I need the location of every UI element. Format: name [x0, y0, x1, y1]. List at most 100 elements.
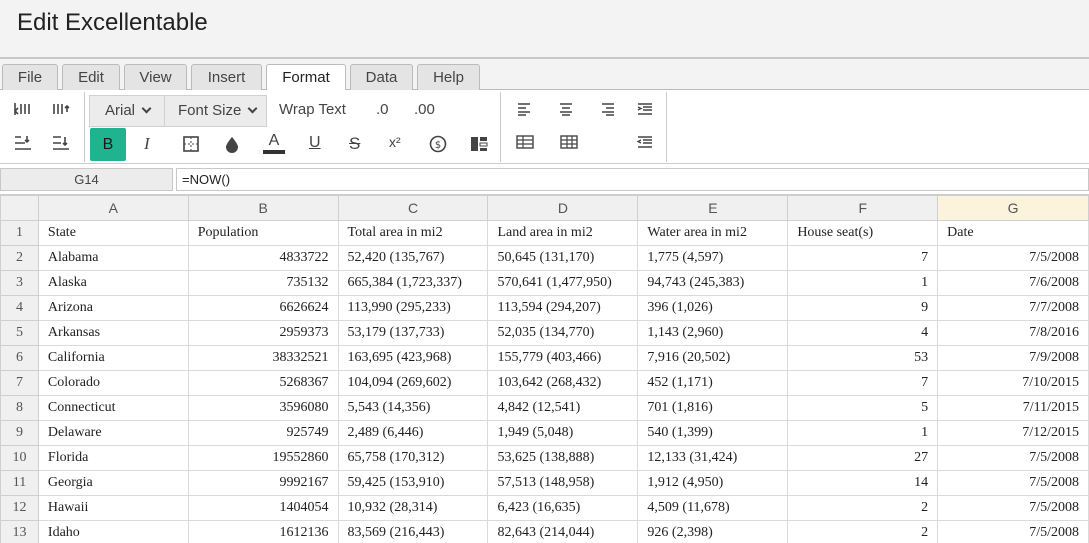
column-header-d[interactable]: D: [487, 195, 639, 221]
table-cell[interactable]: 7/9/2008: [937, 345, 1089, 371]
table-cell[interactable]: 7/5/2008: [937, 495, 1089, 521]
font-family-select[interactable]: Arial: [105, 96, 152, 126]
currency-icon[interactable]: $: [425, 131, 451, 157]
table-cell[interactable]: 2: [787, 520, 939, 543]
table-cell[interactable]: 1404054: [187, 495, 339, 521]
table-cell[interactable]: Colorado: [37, 370, 189, 396]
decrease-decimal-button[interactable]: .0: [376, 101, 389, 118]
table-cell[interactable]: 104,094 (269,602): [337, 370, 489, 396]
table-cell[interactable]: 1: [787, 420, 939, 446]
table-cell[interactable]: 570,641 (1,477,950): [487, 270, 639, 296]
row-header[interactable]: 12: [0, 495, 39, 521]
table-cell[interactable]: 7/5/2008: [937, 245, 1089, 271]
column-width-icon[interactable]: [10, 96, 36, 122]
fill-color-icon[interactable]: [219, 131, 245, 157]
column-header-e[interactable]: E: [637, 195, 789, 221]
row-height-icon[interactable]: [48, 96, 74, 122]
font-size-select[interactable]: Font Size: [178, 96, 258, 126]
row-header[interactable]: 11: [0, 470, 39, 496]
table-cell[interactable]: 53,179 (137,733): [337, 320, 489, 346]
table-cell[interactable]: Alabama: [37, 245, 189, 271]
tab-view[interactable]: View: [124, 64, 187, 90]
table-cell[interactable]: Connecticut: [37, 395, 189, 421]
table-cell[interactable]: 7/5/2008: [937, 470, 1089, 496]
table-cell[interactable]: 38332521: [187, 345, 339, 371]
row-header[interactable]: 13: [0, 520, 39, 543]
table-cell[interactable]: 12,133 (31,424): [637, 445, 789, 471]
table-cell[interactable]: 52,420 (135,767): [337, 245, 489, 271]
table-cell[interactable]: 4,842 (12,541): [487, 395, 639, 421]
table-cell[interactable]: 7: [787, 245, 939, 271]
table-cell[interactable]: 59,425 (153,910): [337, 470, 489, 496]
table-cell[interactable]: Population: [187, 220, 339, 246]
table-cell[interactable]: Arkansas: [37, 320, 189, 346]
table-cell[interactable]: 4833722: [187, 245, 339, 271]
table-cell[interactable]: Total area in mi2: [337, 220, 489, 246]
tab-edit[interactable]: Edit: [62, 64, 120, 90]
table-cell[interactable]: 155,779 (403,466): [487, 345, 639, 371]
align-justify-icon[interactable]: [632, 96, 658, 122]
table-cell[interactable]: 50,645 (131,170): [487, 245, 639, 271]
table-cell[interactable]: 83,569 (216,443): [337, 520, 489, 543]
wrap-text-button[interactable]: Wrap Text: [279, 101, 346, 118]
table-cell[interactable]: 6,423 (16,635): [487, 495, 639, 521]
table-cell[interactable]: Hawaii: [37, 495, 189, 521]
table-cell[interactable]: 5268367: [187, 370, 339, 396]
table-cell[interactable]: 6626624: [187, 295, 339, 321]
tab-insert[interactable]: Insert: [191, 64, 262, 90]
align-left-icon[interactable]: [512, 96, 538, 122]
table-cell[interactable]: Idaho: [37, 520, 189, 543]
table-cell[interactable]: 65,758 (170,312): [337, 445, 489, 471]
table-cell[interactable]: 396 (1,026): [637, 295, 789, 321]
conditional-format-icon[interactable]: [466, 131, 492, 157]
table-cell[interactable]: 7: [787, 370, 939, 396]
column-header-f[interactable]: F: [787, 195, 939, 221]
table-cell[interactable]: 113,594 (294,207): [487, 295, 639, 321]
row-header[interactable]: 5: [0, 320, 39, 346]
table-cell[interactable]: California: [37, 345, 189, 371]
table-cell[interactable]: 163,695 (423,968): [337, 345, 489, 371]
bold-button[interactable]: B: [90, 128, 126, 161]
formula-input[interactable]: =NOW(): [176, 168, 1089, 191]
row-header[interactable]: 6: [0, 345, 39, 371]
italic-button[interactable]: I: [144, 134, 150, 154]
table-cell[interactable]: 52,035 (134,770): [487, 320, 639, 346]
row-header[interactable]: 1: [0, 220, 39, 246]
strikethrough-button[interactable]: S: [349, 134, 360, 154]
row-header[interactable]: 7: [0, 370, 39, 396]
row-header[interactable]: 2: [0, 245, 39, 271]
grid-icon[interactable]: [556, 129, 582, 155]
table-cell[interactable]: 2: [787, 495, 939, 521]
table-cell[interactable]: 53,625 (138,888): [487, 445, 639, 471]
table-cell[interactable]: 925749: [187, 420, 339, 446]
table-cell[interactable]: 57,513 (148,958): [487, 470, 639, 496]
table-cell[interactable]: 735132: [187, 270, 339, 296]
row-header[interactable]: 8: [0, 395, 39, 421]
column-header-b[interactable]: B: [187, 195, 339, 221]
table-cell[interactable]: 2959373: [187, 320, 339, 346]
table-cell[interactable]: 113,990 (295,233): [337, 295, 489, 321]
table-cell[interactable]: 7/5/2008: [937, 445, 1089, 471]
column-header-a[interactable]: A: [37, 195, 189, 221]
border-icon[interactable]: [178, 131, 204, 157]
table-cell[interactable]: 19552860: [187, 445, 339, 471]
table-cell[interactable]: 7/7/2008: [937, 295, 1089, 321]
table-cell[interactable]: Date: [937, 220, 1089, 246]
underline-button[interactable]: U: [309, 134, 321, 152]
tab-help[interactable]: Help: [417, 64, 480, 90]
table-cell[interactable]: 5,543 (14,356): [337, 395, 489, 421]
table-cell[interactable]: 7/8/2016: [937, 320, 1089, 346]
table-cell[interactable]: Florida: [37, 445, 189, 471]
table-cell[interactable]: 7/11/2015: [937, 395, 1089, 421]
table-cell[interactable]: 1,949 (5,048): [487, 420, 639, 446]
table-cell[interactable]: 7/12/2015: [937, 420, 1089, 446]
table-cell[interactable]: 1612136: [187, 520, 339, 543]
table-cell[interactable]: 1,912 (4,950): [637, 470, 789, 496]
row-header[interactable]: 9: [0, 420, 39, 446]
select-all-corner[interactable]: [0, 195, 39, 221]
column-header-g[interactable]: G: [937, 195, 1089, 221]
tab-file[interactable]: File: [2, 64, 58, 90]
table-cell[interactable]: 9: [787, 295, 939, 321]
table-cell[interactable]: 103,642 (268,432): [487, 370, 639, 396]
align-right-icon[interactable]: [594, 96, 620, 122]
